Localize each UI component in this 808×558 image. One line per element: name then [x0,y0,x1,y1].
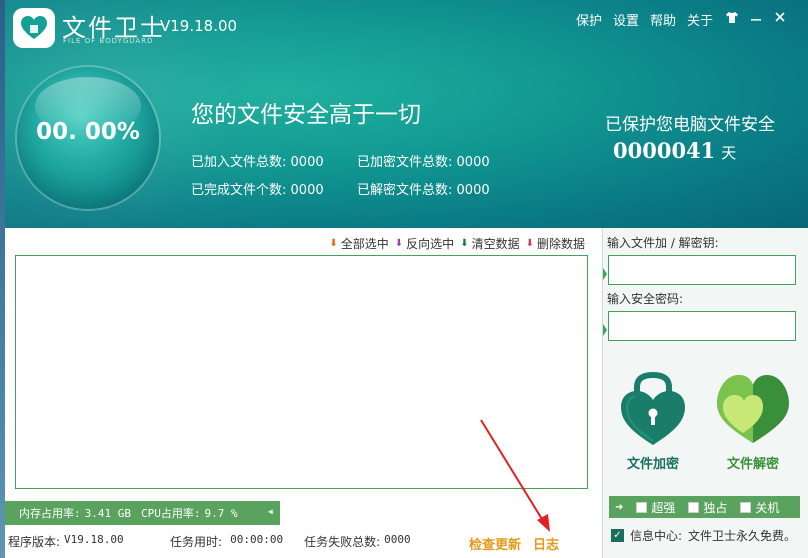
collapse-arrow-icon[interactable]: ◂ [267,504,274,518]
nav-settings[interactable]: 设置 [613,10,639,29]
log-link[interactable]: 日志 [533,534,559,553]
nav-help[interactable]: 帮助 [650,10,676,29]
progress-percent: 00. 00% [36,119,140,145]
footer-links: 检查更新 日志 [469,534,559,553]
delete-data-button[interactable]: ⬇ 删除数据 [526,235,585,252]
encrypt-label: 文件加密 [626,457,679,472]
field-marker-icon [603,265,607,280]
key-label: 输入文件加 / 解密钥: [607,236,719,250]
stat-completed: 已完成文件个数: 0000 [191,183,324,198]
check-update-link[interactable]: 检查更新 [469,534,521,553]
option-shutdown[interactable]: 关机 [740,499,779,516]
check-icon[interactable]: ✓ [611,529,624,542]
password-input[interactable] [608,311,796,341]
file-panel: ⬇ 全部选中 ⬇ 反向选中 ⬇ 清空数据 ⬇ 删除数据 内存占用率: 3.41 G… [5,228,603,558]
checkbox[interactable] [636,501,648,513]
status-bar: 程序版本: V19.18.00 任务用时: 00:00:00 任务失败总数: 0000 [8,533,411,549]
password-label: 输入安全密码: [607,292,684,306]
down-arrow-icon: ⬇ [460,238,469,249]
protected-days: 0000041 天 [613,138,737,163]
app-logo [13,8,55,48]
stat-decrypted: 已解密文件总数: 0000 [357,183,490,198]
down-arrow-icon: ⬇ [525,238,534,249]
options-bar: ➜ 超强 独占 关机 [609,496,800,518]
heart-logo-icon [21,16,47,39]
info-center: ✓ 信息中心: 文件卫士永久免费。 [611,527,796,544]
protected-title: 已保护您电脑文件安全 [605,115,775,135]
close-icon[interactable] [773,10,787,24]
checkbox[interactable] [740,501,752,513]
top-nav: 保护 设置 帮助 关于 [576,10,713,29]
minimize-icon[interactable] [749,10,763,24]
list-actions: ⬇ 全部选中 ⬇ 反向选中 ⬇ 清空数据 ⬇ 删除数据 [329,235,585,252]
select-all-button[interactable]: ⬇ 全部选中 [329,235,388,252]
header-banner: 文件卫士 FILE OF BODYGUARD V19.18.00 保护 设置 帮… [5,0,808,228]
window-controls [725,10,787,24]
checkbox[interactable] [688,501,700,513]
encrypt-button[interactable]: 文件加密 [613,371,693,472]
decrypt-label: 文件解密 [726,457,779,472]
arrow-right-icon: ➜ [615,501,624,513]
decrypt-button[interactable]: 文件解密 [713,371,793,472]
lock-heart-icon [621,371,685,445]
stat-encrypted: 已加密文件总数: 0000 [357,155,490,170]
key-input[interactable] [608,255,796,285]
nav-protect[interactable]: 保护 [576,10,602,29]
progress-globe: 00. 00% [17,67,159,209]
unlock-heart-icon [717,375,789,443]
option-strong[interactable]: 超强 [636,499,675,516]
app-subtitle: FILE OF BODYGUARD [63,37,154,45]
option-exclusive[interactable]: 独占 [688,499,727,516]
file-list[interactable] [15,255,588,489]
nav-about[interactable]: 关于 [687,10,713,29]
app-version: V19.18.00 [160,17,238,35]
down-arrow-icon: ⬇ [329,238,338,249]
resource-bar: 内存占用率: 3.41 GB CPU占用率: 9.7 % ◂ [5,501,280,525]
clear-data-button[interactable]: ⬇ 清空数据 [460,235,519,252]
app-window: 文件卫士 FILE OF BODYGUARD V19.18.00 保护 设置 帮… [5,0,808,558]
crypto-panel: 输入文件加 / 解密钥: 输入安全密码: 文件加密 文件解密 ➜ 超强 独占 关… [603,228,808,558]
invert-select-button[interactable]: ⬇ 反向选中 [395,235,454,252]
stat-added: 已加入文件总数: 0000 [191,155,324,170]
field-marker-icon [603,321,607,336]
skin-icon[interactable] [725,10,739,24]
slogan: 您的文件安全高于一切 [191,102,421,128]
down-arrow-icon: ⬇ [394,238,404,249]
